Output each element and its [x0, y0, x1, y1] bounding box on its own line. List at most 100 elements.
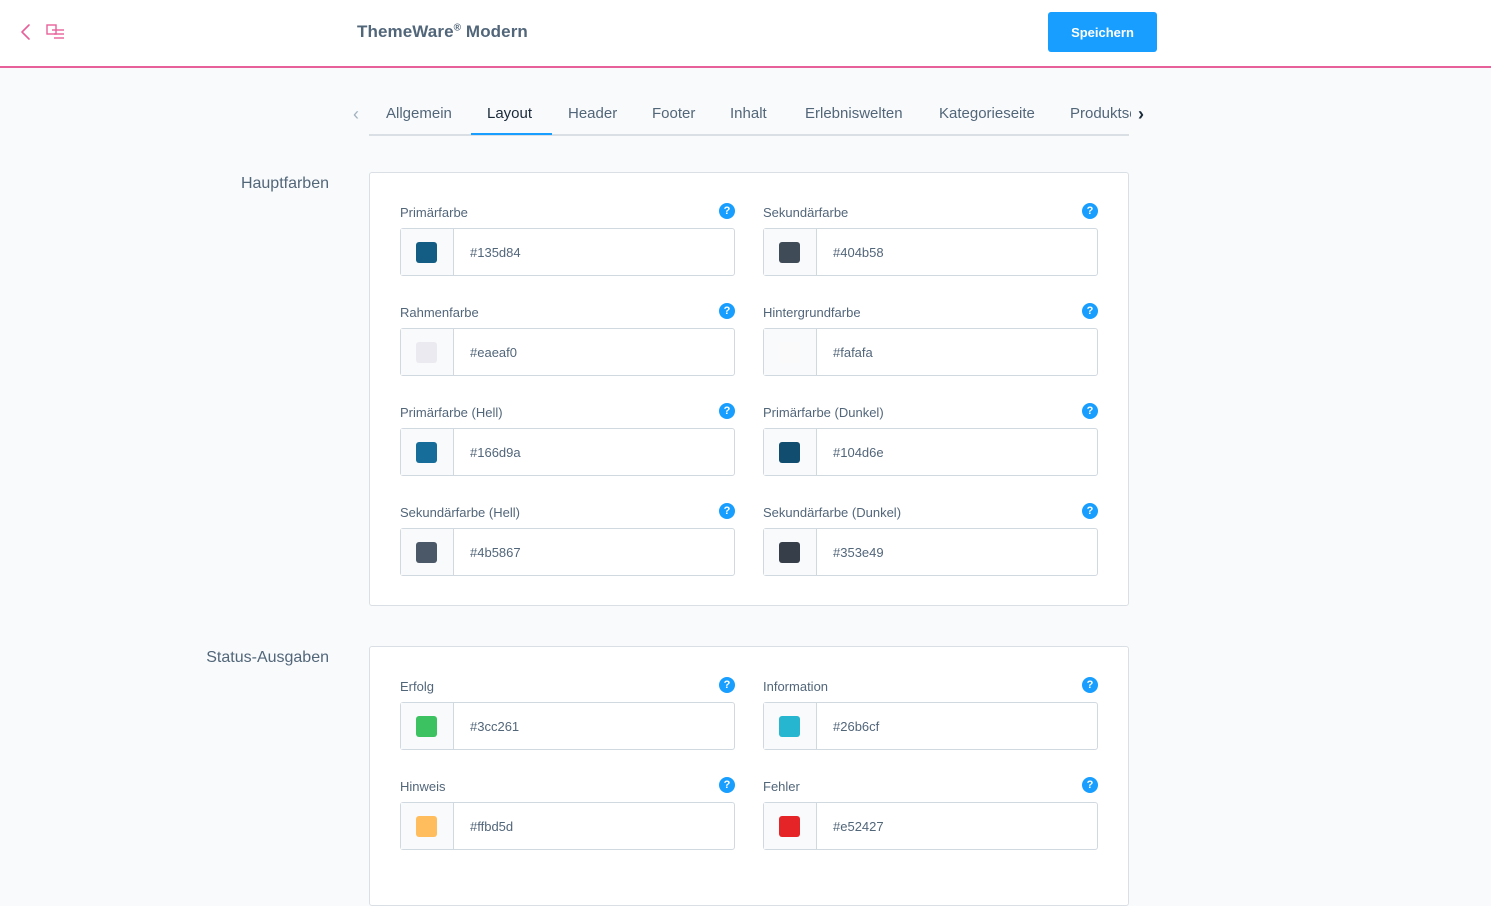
color-field-label: Rahmenfarbe: [400, 305, 479, 320]
color-picker-button[interactable]: [764, 329, 817, 375]
color-input[interactable]: #104d6e: [763, 428, 1098, 476]
color-input[interactable]: #135d84: [400, 228, 735, 276]
section-title-main-colors: Hauptfarben: [240, 175, 329, 192]
color-hex-value[interactable]: #e52427: [833, 819, 884, 834]
color-swatch: [779, 342, 800, 363]
tree-icon[interactable]: [45, 22, 67, 42]
tab-footer[interactable]: Footer: [652, 105, 695, 122]
help-icon[interactable]: ?: [719, 677, 735, 693]
color-input[interactable]: #26b6cf: [763, 702, 1098, 750]
tab-header[interactable]: Header: [568, 105, 617, 122]
color-field: Fehler? #e52427: [763, 777, 1098, 850]
help-icon[interactable]: ?: [719, 777, 735, 793]
color-hex-value[interactable]: #404b58: [833, 245, 884, 260]
color-swatch: [779, 242, 800, 263]
tab-inhalt[interactable]: Inhalt: [730, 105, 767, 122]
color-field: Primärfarbe (Dunkel)? #104d6e: [763, 403, 1098, 476]
color-field: Sekundärfarbe (Hell)? #4b5867: [400, 503, 735, 576]
color-swatch: [779, 542, 800, 563]
help-icon[interactable]: ?: [719, 503, 735, 519]
back-icon[interactable]: [16, 22, 36, 42]
color-field-label: Primärfarbe: [400, 205, 468, 220]
color-picker-button[interactable]: [764, 429, 817, 475]
color-swatch: [779, 442, 800, 463]
color-input[interactable]: #404b58: [763, 228, 1098, 276]
color-field: Primärfarbe (Hell)? #166d9a: [400, 403, 735, 476]
main-colors-card: Primärfarbe? #135d84 Sekundärfarbe? #404b58…: [369, 172, 1129, 606]
page-title: ThemeWare® Modern: [357, 22, 528, 41]
tab-produktseite[interactable]: Produktseite: [1070, 105, 1131, 122]
help-icon[interactable]: ?: [1082, 503, 1098, 519]
help-icon[interactable]: ?: [1082, 303, 1098, 319]
color-input[interactable]: #3cc261: [400, 702, 735, 750]
color-swatch: [416, 342, 437, 363]
save-button[interactable]: Speichern: [1048, 12, 1157, 52]
color-field: Primärfarbe? #135d84: [400, 203, 735, 276]
color-swatch: [416, 716, 437, 737]
color-hex-value[interactable]: #ffbd5d: [470, 819, 513, 834]
color-hex-value[interactable]: #4b5867: [470, 545, 521, 560]
tab-erlebniswelten[interactable]: Erlebniswelten: [805, 105, 903, 122]
color-field-label: Hintergrundfarbe: [763, 305, 861, 320]
color-swatch: [779, 816, 800, 837]
color-picker-button[interactable]: [764, 803, 817, 849]
help-icon[interactable]: ?: [719, 303, 735, 319]
color-field-label: Erfolg: [400, 679, 434, 694]
color-swatch: [416, 442, 437, 463]
tab-kategorieseite[interactable]: Kategorieseite: [939, 105, 1035, 122]
top-bar: ThemeWare® Modern Speichern: [0, 0, 1491, 68]
color-input[interactable]: #166d9a: [400, 428, 735, 476]
color-hex-value[interactable]: #eaeaf0: [470, 345, 517, 360]
color-swatch: [416, 542, 437, 563]
help-icon[interactable]: ?: [1082, 677, 1098, 693]
color-input[interactable]: #353e49: [763, 528, 1098, 576]
color-field-label: Primärfarbe (Hell): [400, 405, 503, 420]
color-hex-value[interactable]: #135d84: [470, 245, 521, 260]
color-picker-button[interactable]: [764, 229, 817, 275]
tab-layout[interactable]: Layout: [487, 105, 532, 122]
color-swatch: [416, 242, 437, 263]
help-icon[interactable]: ?: [1082, 777, 1098, 793]
color-picker-button[interactable]: [401, 703, 454, 749]
color-input[interactable]: #eaeaf0: [400, 328, 735, 376]
color-field: Rahmenfarbe? #eaeaf0: [400, 303, 735, 376]
color-input[interactable]: #fafafa: [763, 328, 1098, 376]
color-field-label: Information: [763, 679, 829, 694]
help-icon[interactable]: ?: [719, 203, 735, 219]
color-input[interactable]: #ffbd5d: [400, 802, 735, 850]
color-picker-button[interactable]: [764, 529, 817, 575]
color-field: Sekundärfarbe (Dunkel)? #353e49: [763, 503, 1098, 576]
color-hex-value[interactable]: #3cc261: [470, 719, 519, 734]
color-input[interactable]: #e52427: [763, 802, 1098, 850]
color-hex-value[interactable]: #353e49: [833, 545, 884, 560]
color-field: Information? #26b6cf: [763, 677, 1098, 750]
color-swatch: [779, 716, 800, 737]
color-field-label: Primärfarbe (Dunkel): [763, 405, 884, 420]
color-hex-value[interactable]: #166d9a: [470, 445, 521, 460]
color-field-label: Sekundärfarbe (Dunkel): [763, 505, 902, 520]
help-icon[interactable]: ?: [719, 403, 735, 419]
color-picker-button[interactable]: [401, 803, 454, 849]
color-picker-button[interactable]: [401, 229, 454, 275]
color-hex-value[interactable]: #fafafa: [833, 345, 873, 360]
color-picker-button[interactable]: [764, 703, 817, 749]
color-field-label: Hinweis: [400, 779, 446, 794]
color-swatch: [416, 816, 437, 837]
help-icon[interactable]: ?: [1082, 403, 1098, 419]
color-picker-button[interactable]: [401, 329, 454, 375]
color-hex-value[interactable]: #104d6e: [833, 445, 884, 460]
tabs-scroll-right-icon[interactable]: ›: [1133, 104, 1149, 126]
color-field-label: Sekundärfarbe: [763, 205, 849, 220]
color-field-label: Sekundärfarbe (Hell): [400, 505, 520, 520]
color-picker-button[interactable]: [401, 429, 454, 475]
help-icon[interactable]: ?: [1082, 203, 1098, 219]
color-picker-button[interactable]: [401, 529, 454, 575]
active-tab-indicator: [471, 133, 552, 135]
tabs-scroll-left-icon[interactable]: ‹: [348, 104, 364, 126]
section-title-status: Status-Ausgaben: [206, 649, 329, 666]
tab-allgemein[interactable]: Allgemein: [386, 105, 452, 122]
color-field-label: Fehler: [763, 779, 800, 794]
color-input[interactable]: #4b5867: [400, 528, 735, 576]
color-hex-value[interactable]: #26b6cf: [833, 719, 879, 734]
tab-bar: Allgemein Layout Header Footer Inhalt Er…: [369, 94, 1131, 136]
